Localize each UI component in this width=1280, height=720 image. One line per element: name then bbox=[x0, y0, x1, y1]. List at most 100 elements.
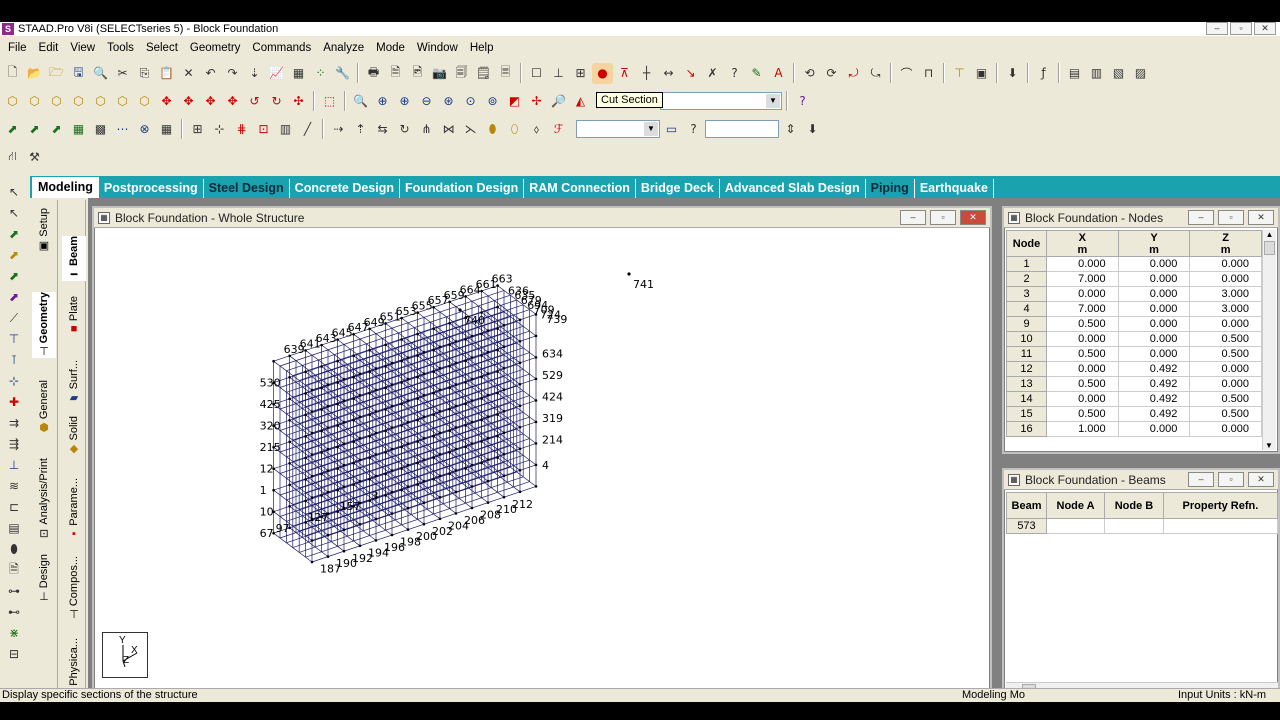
coordinate-cell[interactable]: 1.000 bbox=[1046, 421, 1119, 437]
node-point[interactable] bbox=[384, 343, 387, 347]
node-point[interactable] bbox=[272, 359, 275, 363]
node-point[interactable] bbox=[518, 447, 522, 451]
label-tool-icon[interactable]: ⊷ bbox=[3, 602, 25, 622]
node-point[interactable] bbox=[448, 386, 451, 390]
copy-icon[interactable]: ⎘ bbox=[134, 63, 155, 84]
node-point[interactable] bbox=[486, 501, 490, 504]
node-point[interactable] bbox=[368, 456, 371, 460]
circular-repeat-icon[interactable]: ⇡ bbox=[350, 119, 371, 140]
node-point[interactable] bbox=[358, 437, 362, 440]
node-point[interactable] bbox=[534, 442, 538, 445]
node-point[interactable] bbox=[496, 456, 499, 459]
table-row[interactable]: 573 bbox=[1006, 518, 1278, 534]
support-tool-icon[interactable]: ⊥ bbox=[3, 455, 25, 475]
node-point[interactable] bbox=[352, 418, 355, 422]
node-point[interactable] bbox=[342, 377, 346, 381]
node-point[interactable] bbox=[304, 435, 307, 438]
node-point[interactable] bbox=[448, 322, 451, 325]
node-point[interactable] bbox=[368, 413, 371, 417]
node-point[interactable] bbox=[470, 506, 474, 510]
nodes-minimize-button[interactable]: – bbox=[1188, 210, 1214, 225]
coordinate-cell[interactable]: 0.000 bbox=[1046, 286, 1119, 302]
coordinate-cell[interactable]: 0.000 bbox=[1117, 316, 1191, 332]
node-point[interactable] bbox=[486, 479, 490, 483]
node-id-cell[interactable]: 3 bbox=[1006, 286, 1047, 302]
node-point[interactable] bbox=[480, 375, 483, 379]
node-id-cell[interactable]: 2 bbox=[1006, 271, 1047, 287]
select-region-icon[interactable]: ⬚ bbox=[319, 91, 340, 112]
vtab-beam[interactable]: Beam ━ bbox=[62, 236, 86, 281]
node-point[interactable] bbox=[374, 388, 378, 392]
nodes-window-titlebar[interactable]: ▦ Block Foundation - Nodes – ▫ ✕ bbox=[1004, 208, 1278, 228]
node-point[interactable] bbox=[288, 376, 291, 379]
minimize-button[interactable]: – bbox=[1206, 22, 1228, 35]
menu-select[interactable]: Select bbox=[140, 42, 184, 54]
node-point[interactable] bbox=[310, 539, 314, 542]
node-point[interactable] bbox=[400, 359, 403, 363]
node-point[interactable] bbox=[390, 512, 394, 515]
structure-viewport[interactable]: 741 740 663 661 664 659 657 655 653 651 649 647 645 6… bbox=[96, 230, 988, 696]
structure-window-titlebar[interactable]: ▦ Block Foundation - Whole Structure – ▫… bbox=[94, 208, 990, 228]
node-point[interactable] bbox=[336, 381, 339, 384]
coordinate-cell[interactable]: 0.000 bbox=[1189, 376, 1262, 392]
menu-view[interactable]: View bbox=[64, 42, 101, 54]
node-point[interactable] bbox=[310, 560, 314, 564]
node-point[interactable] bbox=[416, 461, 419, 465]
arch-icon[interactable]: ⌒ bbox=[896, 63, 917, 84]
node-point[interactable] bbox=[400, 467, 403, 470]
pointer-icon[interactable]: ↖ bbox=[3, 182, 25, 202]
node-point[interactable] bbox=[432, 370, 435, 373]
coordinate-cell[interactable]: 0.000 bbox=[1117, 331, 1191, 347]
paste-icon[interactable]: 📋 bbox=[156, 63, 177, 84]
measure-icon[interactable]: ✗ bbox=[702, 63, 723, 84]
camera-icon[interactable]: 📷 bbox=[429, 63, 450, 84]
nodes-icon[interactable]: ⁘ bbox=[310, 63, 331, 84]
node-point[interactable] bbox=[390, 426, 394, 429]
node-point[interactable] bbox=[480, 461, 483, 465]
vtab-composite[interactable]: Compos... ⊤ bbox=[62, 556, 86, 621]
table-row[interactable]: 2 7.000 0.000 0.000 bbox=[1006, 271, 1262, 287]
node-point[interactable] bbox=[400, 381, 403, 384]
node-point[interactable] bbox=[518, 404, 522, 408]
structure-minimize-button[interactable]: – bbox=[900, 210, 926, 225]
node-point[interactable] bbox=[288, 505, 291, 508]
node-point[interactable] bbox=[390, 447, 394, 451]
node-id-cell[interactable]: 4 bbox=[1006, 301, 1047, 317]
node-point[interactable] bbox=[496, 305, 499, 309]
help-icon[interactable]: ? bbox=[792, 91, 813, 112]
node-point[interactable] bbox=[304, 478, 307, 481]
coordinate-cell[interactable]: 0.000 bbox=[1046, 391, 1119, 407]
node-point[interactable] bbox=[454, 447, 458, 451]
vtab-design[interactable]: Design ⊥ bbox=[32, 554, 56, 603]
node-point[interactable] bbox=[502, 409, 506, 413]
grid-icon[interactable]: ┼ bbox=[636, 63, 657, 84]
coordinate-cell[interactable]: 0.500 bbox=[1046, 406, 1119, 422]
right-view-icon[interactable]: ⬡ bbox=[90, 91, 111, 112]
node-point[interactable] bbox=[288, 462, 291, 465]
table-row[interactable]: 14 0.000 0.492 0.500 bbox=[1006, 391, 1262, 407]
coordinate-cell[interactable]: 0.000 bbox=[1046, 256, 1119, 272]
scroll-up-icon[interactable]: ▲ bbox=[1263, 230, 1276, 239]
beam-cell[interactable] bbox=[1045, 518, 1106, 534]
coordinate-cell[interactable]: 0.000 bbox=[1046, 361, 1119, 377]
node-point[interactable] bbox=[448, 408, 451, 411]
rotate-right-icon[interactable]: ✥ bbox=[222, 91, 243, 112]
load-icon[interactable]: ⬇ bbox=[1002, 63, 1023, 84]
node-point[interactable] bbox=[368, 435, 371, 438]
node-point[interactable] bbox=[454, 340, 458, 343]
node-point[interactable] bbox=[432, 456, 435, 459]
node-point[interactable] bbox=[534, 420, 538, 424]
select-table-icon[interactable]: ▦ bbox=[156, 119, 177, 140]
shape-icon[interactable]: ◭ bbox=[570, 91, 591, 112]
table3-icon[interactable]: ▧ bbox=[1108, 63, 1129, 84]
node-point[interactable] bbox=[358, 544, 362, 548]
menu-analyze[interactable]: Analyze bbox=[317, 42, 370, 54]
node-point[interactable] bbox=[432, 348, 435, 352]
print-preview-icon[interactable]: 🔍 bbox=[90, 63, 111, 84]
node-point[interactable] bbox=[352, 375, 355, 379]
node-point[interactable] bbox=[486, 329, 490, 332]
coordinate-cell[interactable]: 0.492 bbox=[1117, 391, 1191, 407]
property-icon[interactable]: ⬮ bbox=[482, 119, 503, 140]
node-point[interactable] bbox=[304, 521, 307, 524]
vtab-analysis-print[interactable]: Analysis/Print ⊡ bbox=[32, 458, 56, 540]
